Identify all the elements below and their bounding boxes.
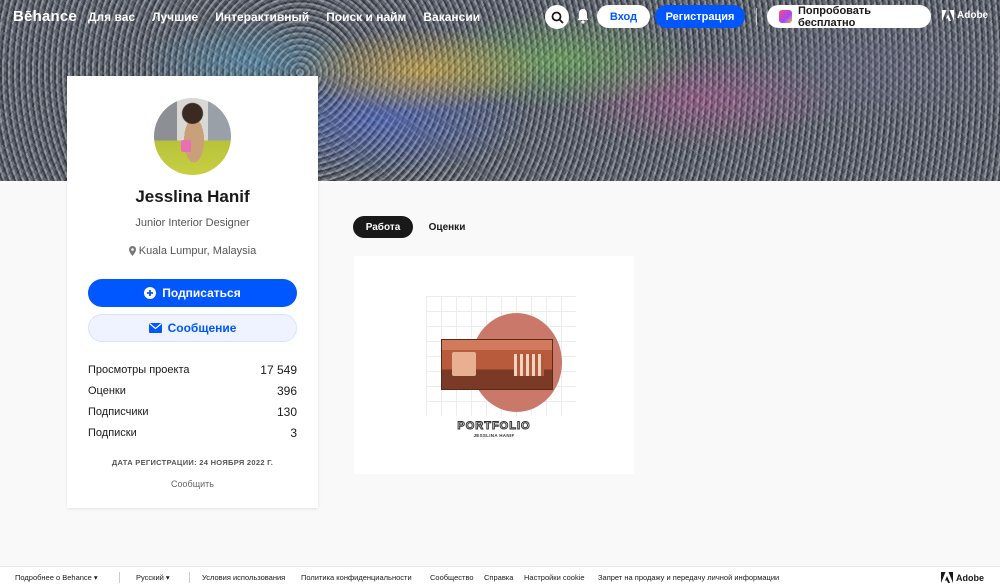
message-button[interactable]: Сообщение bbox=[88, 314, 297, 342]
stat-value: 130 bbox=[276, 404, 297, 419]
nav-link-jobs[interactable]: Вакансии bbox=[423, 10, 480, 24]
footer-link-help[interactable]: Справка bbox=[484, 573, 513, 582]
stat-row-following[interactable]: Подписки 3 bbox=[88, 422, 297, 443]
envelope-icon bbox=[148, 323, 162, 333]
top-nav: Bēhance Для вас Лучшие Интерактивный Пои… bbox=[0, 0, 1000, 33]
message-label: Сообщение bbox=[167, 321, 237, 335]
profile-stats: Просмотры проекта 17 549 Оценки 396 Подп… bbox=[88, 359, 297, 443]
footer-more-about[interactable]: Подробнее о Behance ▾ bbox=[15, 573, 98, 582]
plus-circle-icon bbox=[144, 287, 157, 299]
register-button[interactable]: Регистрация bbox=[655, 5, 745, 28]
tab-appreciations[interactable]: Оценки bbox=[419, 216, 475, 238]
profile-title: Junior Interior Designer bbox=[135, 217, 250, 229]
try-free-label: Попробовать бесплатно bbox=[797, 4, 872, 29]
stat-row-appreciations: Оценки 396 bbox=[88, 380, 297, 401]
adobe-label: Adobe bbox=[957, 10, 989, 21]
nav-links: Для вас Лучшие Интерактивный Поиск и най… bbox=[88, 10, 497, 24]
footer-link-terms[interactable]: Условия использования bbox=[202, 573, 285, 582]
registration-date: ДАТА РЕГИСТРАЦИИ: 24 НОЯБРЯ 2022 Г. bbox=[111, 458, 274, 467]
nav-link-interactive[interactable]: Интерактивный bbox=[215, 10, 309, 24]
search-icon bbox=[551, 11, 564, 24]
footer-separator bbox=[189, 572, 190, 583]
bell-icon[interactable] bbox=[576, 8, 590, 24]
login-button[interactable]: Вход bbox=[597, 5, 650, 28]
follow-button[interactable]: Подписаться bbox=[88, 279, 297, 307]
report-link[interactable]: Сообщить bbox=[67, 479, 318, 489]
creative-cloud-icon bbox=[779, 10, 792, 23]
behance-logo[interactable]: Bēhance bbox=[13, 8, 77, 25]
location-pin-icon bbox=[128, 246, 136, 256]
stat-row-followers[interactable]: Подписчики 130 bbox=[88, 401, 297, 422]
footer-adobe-link[interactable]: Adobe bbox=[941, 572, 984, 583]
footer-link-do-not-sell[interactable]: Запрет на продажу и передачу личной инфо… bbox=[598, 573, 779, 582]
stat-row-views: Просмотры проекта 17 549 bbox=[88, 359, 297, 380]
footer-adobe-label: Adobe bbox=[956, 572, 984, 583]
project-title: PORTFOLIO bbox=[457, 420, 531, 433]
adobe-logo-icon bbox=[941, 572, 953, 583]
footer-separator bbox=[119, 572, 120, 583]
search-button[interactable] bbox=[545, 5, 569, 29]
footer-link-privacy[interactable]: Политика конфиденциальности bbox=[301, 573, 412, 582]
nav-link-hire[interactable]: Поиск и найм bbox=[326, 10, 406, 24]
footer: Подробнее о Behance ▾ Русский ▾ Условия … bbox=[0, 566, 1000, 588]
footer-link-community[interactable]: Сообщество bbox=[430, 573, 474, 582]
footer-link-cookies[interactable]: Настройки cookie bbox=[524, 573, 585, 582]
footer-language-select[interactable]: Русский ▾ bbox=[136, 573, 170, 582]
try-free-button[interactable]: Попробовать бесплатно bbox=[767, 4, 931, 29]
location-label: Kuala Lumpur, Malaysia bbox=[138, 245, 257, 257]
stat-value: 17 549 bbox=[260, 362, 297, 377]
stat-value: 3 bbox=[290, 425, 297, 440]
stat-value: 396 bbox=[276, 383, 297, 398]
project-subtitle: JESSLINA HANIF bbox=[473, 433, 515, 438]
stat-label: Подписчики bbox=[88, 405, 149, 418]
nav-link-for-you[interactable]: Для вас bbox=[88, 10, 135, 24]
project-room-render bbox=[441, 339, 553, 390]
profile-location: Kuala Lumpur, Malaysia bbox=[67, 245, 318, 257]
nav-link-best[interactable]: Лучшие bbox=[152, 10, 198, 24]
tab-work[interactable]: Работа bbox=[353, 216, 413, 238]
profile-name: Jesslina Hanif bbox=[135, 187, 250, 206]
profile-card: Jesslina Hanif Junior Interior Designer … bbox=[67, 76, 318, 508]
avatar bbox=[154, 98, 231, 175]
adobe-link[interactable]: Adobe bbox=[942, 10, 988, 21]
stat-label: Подписки bbox=[88, 426, 137, 439]
stat-label: Оценки bbox=[88, 384, 126, 397]
adobe-logo-icon bbox=[942, 10, 954, 21]
project-card[interactable]: PORTFOLIO JESSLINA HANIF bbox=[354, 256, 634, 474]
nav-divider bbox=[756, 8, 757, 25]
stat-label: Просмотры проекта bbox=[88, 363, 190, 376]
follow-label: Подписаться bbox=[162, 286, 241, 300]
